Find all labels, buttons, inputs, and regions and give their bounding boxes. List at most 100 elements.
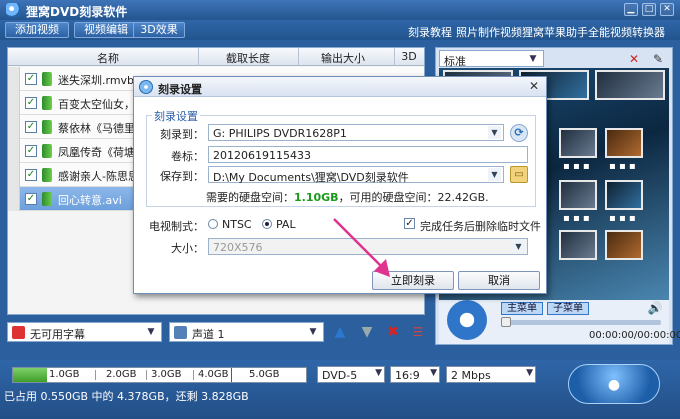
subtitle-value: 无可用字幕 [30,328,85,341]
save-to-value: D:\My Documents\狸窝\DVD刻录软件 [213,171,409,184]
photo-video-link[interactable]: 照片制作视频 [456,24,522,40]
video-file-icon [42,192,52,206]
video-file-icon [42,168,52,182]
dialog-title-bar: 刻录设置 ✕ [134,77,546,97]
maximize-button[interactable]: □ [642,3,656,16]
burn-tutorial-link[interactable]: 刻录教程 [408,24,452,40]
required-space-value: 1.10GB [294,191,339,204]
list-controls: 无可用字幕 ▼ 声道 1 ▼ ▲ ▼ ✖ ☰ [7,322,425,344]
delete-temp-label: 完成任务后删除临时文件 [420,220,541,233]
chevron-down-icon: ▼ [147,327,155,337]
bitrate-value: 2 Mbps [451,369,491,382]
add-video-button[interactable]: 添加视频 [5,22,69,38]
burn-start-button[interactable]: ● [568,364,660,404]
capacity-tick: 3.0GB [151,369,182,380]
template-thumb[interactable] [595,70,665,100]
column-output-size[interactable]: 输出大小 [303,50,383,66]
video-file-icon [42,96,52,110]
navigation-dial-icon[interactable]: ✣ [447,300,487,340]
row-checkbox[interactable]: ✓ [25,73,37,85]
capacity-limit-marker [231,368,232,382]
disc-status-text: 已占用 0.550GB 中的 4.378GB，还剩 3.828GB [4,390,249,403]
subtitle-icon [12,326,25,339]
main-menu-tab[interactable]: 主菜单 [501,302,543,315]
apple-assistant-link[interactable]: 狸窝苹果助手 [522,24,588,40]
thumb-label: ▪ ▪ ▪ [609,213,636,224]
row-checkbox[interactable]: ✓ [25,169,37,181]
chevron-down-icon: ▼ [488,168,501,181]
row-gutter [8,67,20,91]
video-converter-link[interactable]: 全能视频转换器 [588,24,665,40]
toolbar: 添加视频 视频编辑 3D效果 刻录教程 照片制作视频 狸窝苹果助手 全能视频转换… [0,20,680,40]
title-bar: 狸窝DVD刻录软件 ▁ □ ✕ [0,0,680,20]
edit-video-button[interactable]: 视频编辑 [74,22,138,38]
video-thumb [559,230,597,260]
move-up-icon[interactable]: ▲ [332,324,348,340]
column-clip-length[interactable]: 截取长度 [203,50,293,66]
move-down-icon[interactable]: ▼ [359,324,375,340]
dialog-close-button[interactable]: ✕ [526,80,542,94]
capacity-tick: 2.0GB [106,369,137,380]
row-gutter [8,91,20,115]
capacity-tick: 1.0GB [49,369,80,380]
app-window: 狸窝DVD刻录软件 ▁ □ ✕ 添加视频 视频编辑 3D效果 刻录教程 照片制作… [0,0,680,419]
volume-icon[interactable]: 🔊 [647,300,663,316]
video-thumb [605,180,643,210]
burn-to-label: 刻录到： [160,128,204,141]
bitrate-select[interactable]: 2 Mbps ▼ [446,366,536,383]
disc-icon [139,80,153,94]
row-checkbox[interactable]: ✓ [25,97,37,109]
refresh-drive-icon[interactable]: ⟳ [510,124,528,142]
chevron-down-icon: ▼ [512,240,525,253]
ntsc-label: NTSC [222,218,252,231]
cancel-button[interactable]: 取消 [458,271,540,290]
chevron-down-icon: ▼ [375,368,382,378]
row-gutter [8,187,20,211]
edit-menu-icon[interactable]: ✎ [650,51,666,67]
capacity-tick: 5.0GB [249,369,280,380]
aspect-ratio-select[interactable]: 16:9 ▼ [390,366,440,383]
menu-template-value: 标准 [444,55,466,68]
row-checkbox[interactable]: ✓ [25,145,37,157]
capacity-bar: 1.0GB 2.0GB 3.0GB 4.0GB 5.0GB [12,367,307,383]
menu-player: ✣ 主菜单 子菜单 🔊 00:00:00/00:00:00 [439,300,680,344]
subtitle-select[interactable]: 无可用字幕 ▼ [7,322,162,342]
size-label: 大小： [171,242,204,255]
sub-menu-tab[interactable]: 子菜单 [547,302,589,315]
disc-type-value: DVD-5 [322,369,358,382]
volume-input[interactable]: 20120619115433 [208,146,528,163]
delete-temp-checkbox[interactable]: ✓ [404,218,415,229]
size-select[interactable]: 720X576 ▼ [208,238,528,255]
ntsc-radio[interactable] [208,219,218,229]
burn-to-select[interactable]: G: PHILIPS DVDR1628P1 ▼ [208,124,504,141]
column-3d[interactable]: 3D [396,50,422,63]
folder-icon[interactable]: ▭ [510,166,528,183]
column-name[interactable]: 名称 [68,50,148,66]
no-menu-icon[interactable]: ✕ [626,51,642,67]
video-thumb [605,128,643,158]
pal-label: PAL [276,218,296,231]
audio-track-value: 声道 1 [192,328,225,341]
disc-type-select[interactable]: DVD-5 ▼ [317,366,385,383]
audio-track-select[interactable]: 声道 1 ▼ [169,322,324,342]
video-file-icon [42,72,52,86]
pal-radio[interactable] [262,219,272,229]
close-button[interactable]: ✕ [660,3,674,16]
3d-effect-button[interactable]: 3D效果 [133,22,185,38]
settings-group-label: 刻录设置 [152,108,200,124]
delete-icon[interactable]: ✖ [385,324,401,340]
minimize-button[interactable]: ▁ [624,3,638,16]
burn-now-button[interactable]: 立即刻录 [372,271,454,290]
save-to-select[interactable]: D:\My Documents\狸窝\DVD刻录软件 ▼ [208,166,504,184]
chevron-down-icon: ▼ [529,54,537,64]
chevron-down-icon: ▼ [526,368,533,378]
row-checkbox[interactable]: ✓ [25,121,37,133]
seek-slider[interactable] [501,317,661,327]
video-thumb [605,230,643,260]
aspect-ratio-value: 16:9 [395,369,420,382]
volume-value: 20120619115433 [213,149,311,162]
clear-list-icon[interactable]: ☰ [410,324,426,340]
row-checkbox[interactable]: ✓ [25,193,37,205]
menu-template-select[interactable]: 标准 ▼ [439,50,544,68]
row-gutter [8,115,20,139]
